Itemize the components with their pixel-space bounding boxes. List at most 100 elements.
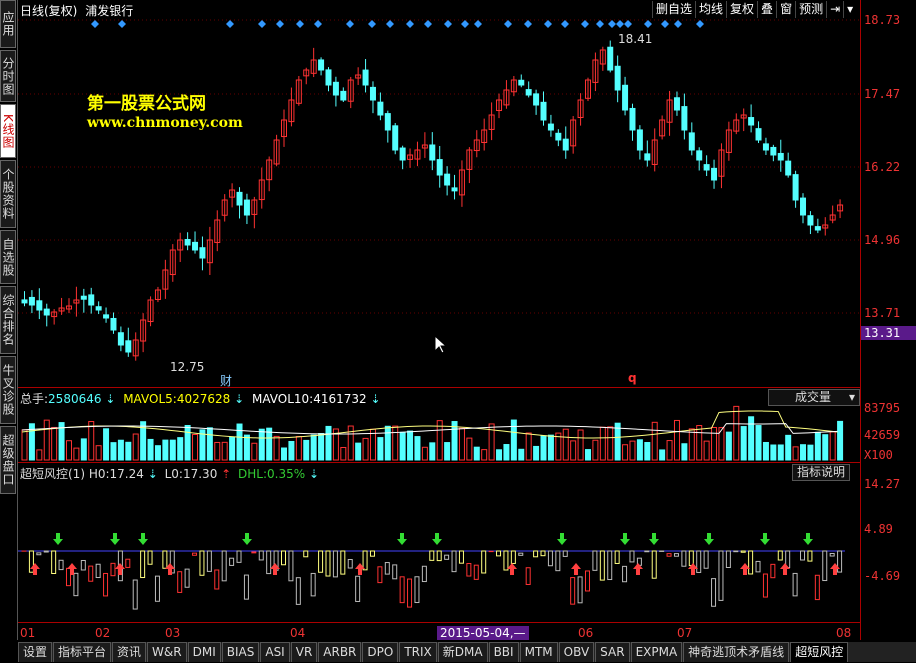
indicator-tab[interactable]: 新DMA bbox=[437, 642, 488, 662]
indicator-bar bbox=[703, 550, 709, 569]
diamond-marker bbox=[406, 20, 414, 28]
indicator-tab[interactable]: EXPMA bbox=[630, 642, 683, 662]
volume-bar bbox=[473, 446, 480, 461]
volume-bar bbox=[444, 442, 451, 461]
indicator-tab[interactable]: ARBR bbox=[318, 642, 362, 662]
x-axis-line bbox=[18, 622, 860, 623]
candle-body bbox=[88, 294, 95, 306]
diamond-marker bbox=[118, 20, 126, 28]
candle-body bbox=[377, 101, 384, 116]
volume-bar bbox=[384, 425, 391, 461]
candle-body bbox=[243, 199, 250, 216]
indicator-tab[interactable]: 资讯 bbox=[112, 642, 147, 662]
indicator-name[interactable]: 超短风控(1) bbox=[20, 467, 85, 481]
volume-bar bbox=[169, 439, 176, 461]
indicator-axis-label: 4.89 bbox=[864, 522, 893, 536]
volume-bar bbox=[740, 426, 747, 461]
candle-body bbox=[696, 150, 703, 161]
indicator-tab[interactable]: VR bbox=[290, 642, 318, 662]
candle-body bbox=[711, 167, 718, 181]
candle-body bbox=[117, 332, 124, 346]
volume-bar bbox=[236, 423, 243, 461]
candle-body bbox=[800, 197, 807, 216]
cursor-date-badge: 2015-05-04,— bbox=[437, 626, 529, 640]
candle-body bbox=[807, 215, 814, 226]
indicator-bar bbox=[73, 572, 79, 597]
volume-bar bbox=[295, 435, 302, 461]
x-axis-label: 01 bbox=[20, 626, 36, 640]
candle-body bbox=[755, 128, 762, 141]
indicator-tab[interactable]: ASI bbox=[260, 642, 290, 662]
diamond-marker bbox=[524, 20, 532, 28]
indicator-bar bbox=[362, 550, 368, 571]
indicator-tab[interactable]: BIAS bbox=[221, 642, 260, 662]
up-arrow-icon bbox=[115, 563, 125, 575]
kline-chart[interactable] bbox=[0, 0, 916, 640]
diamond-marker bbox=[386, 20, 394, 28]
indicator-tab[interactable]: TRIX bbox=[399, 642, 437, 662]
indicator-header: 超短风控(1) H0:17.24 ⇣ L0:17.30 ⇡ DHL:0.35% … bbox=[20, 467, 320, 481]
indicator-bar bbox=[384, 562, 390, 575]
indicator-bar bbox=[399, 576, 405, 604]
indicator-bar bbox=[125, 558, 131, 568]
x-axis-label: 06 bbox=[578, 626, 594, 640]
indicator-bar bbox=[673, 553, 679, 557]
indicator-bar bbox=[592, 550, 598, 571]
candle-body bbox=[451, 187, 458, 192]
indicator-bar bbox=[518, 552, 524, 556]
indicator-bar bbox=[243, 574, 249, 600]
indicator-tab[interactable]: 超短风控 bbox=[790, 642, 849, 662]
indicator-tab[interactable]: DPO bbox=[362, 642, 399, 662]
indicator-tab[interactable]: BBI bbox=[488, 642, 519, 662]
volume-bar bbox=[822, 434, 829, 461]
indicator-tab[interactable]: MTM bbox=[519, 642, 558, 662]
x-axis-label: 04 bbox=[290, 626, 306, 640]
volume-bar bbox=[518, 448, 525, 461]
volume-bar bbox=[807, 444, 814, 461]
indicator-tab[interactable]: 设置 bbox=[18, 642, 53, 662]
q-event-marker[interactable]: q bbox=[628, 371, 637, 385]
separator bbox=[18, 387, 860, 388]
indicator-tab[interactable]: 指标平台 bbox=[53, 642, 112, 662]
candle-body bbox=[644, 153, 651, 161]
indicator-tab[interactable]: DMI bbox=[187, 642, 221, 662]
mavol10-value: 4161732 bbox=[313, 392, 367, 406]
volume-dropdown[interactable]: 成交量 ▾ bbox=[768, 389, 860, 406]
volume-bar bbox=[214, 441, 221, 461]
indicator-bar bbox=[792, 572, 798, 597]
volume-bar bbox=[177, 437, 184, 461]
diamond-marker bbox=[624, 20, 632, 28]
indicator-tab[interactable]: SAR bbox=[595, 642, 630, 662]
indicator-bar bbox=[162, 550, 168, 569]
indicator-bar bbox=[725, 550, 731, 568]
up-arrow-icon bbox=[571, 563, 581, 575]
indicator-bar bbox=[577, 576, 583, 604]
indicator-bar bbox=[199, 550, 205, 576]
volume-bar bbox=[673, 419, 680, 461]
indicator-axis-label: 14.27 bbox=[864, 477, 901, 491]
diamond-marker bbox=[276, 20, 284, 28]
indicator-bar bbox=[95, 563, 101, 579]
indicator-bar bbox=[822, 550, 828, 582]
candle-body bbox=[533, 93, 540, 106]
indicator-bar bbox=[562, 550, 568, 557]
indicator-help-button[interactable]: 指标说明 bbox=[792, 464, 851, 481]
volume-bar bbox=[184, 424, 191, 461]
candle-body bbox=[429, 144, 436, 161]
volume-bar bbox=[421, 446, 428, 461]
volume-bar bbox=[325, 425, 332, 461]
volume-bar bbox=[407, 430, 414, 461]
up-arrow-icon bbox=[507, 563, 517, 575]
candle-body bbox=[525, 89, 532, 96]
high-price-label: 18.41 bbox=[618, 32, 653, 46]
candle-body bbox=[110, 317, 117, 331]
indicator-bar bbox=[800, 550, 806, 561]
indicator-tab[interactable]: 神奇逃顶术矛盾线 bbox=[683, 642, 790, 662]
candle-body bbox=[681, 106, 688, 131]
mavol5-label: MAVOL5: bbox=[123, 392, 177, 406]
candle-body bbox=[192, 241, 199, 251]
indicator-tab[interactable]: W&R bbox=[147, 642, 187, 662]
indicator-tab[interactable]: OBV bbox=[558, 642, 595, 662]
down-arrow-icon bbox=[760, 533, 770, 545]
volume-bar bbox=[273, 435, 280, 461]
